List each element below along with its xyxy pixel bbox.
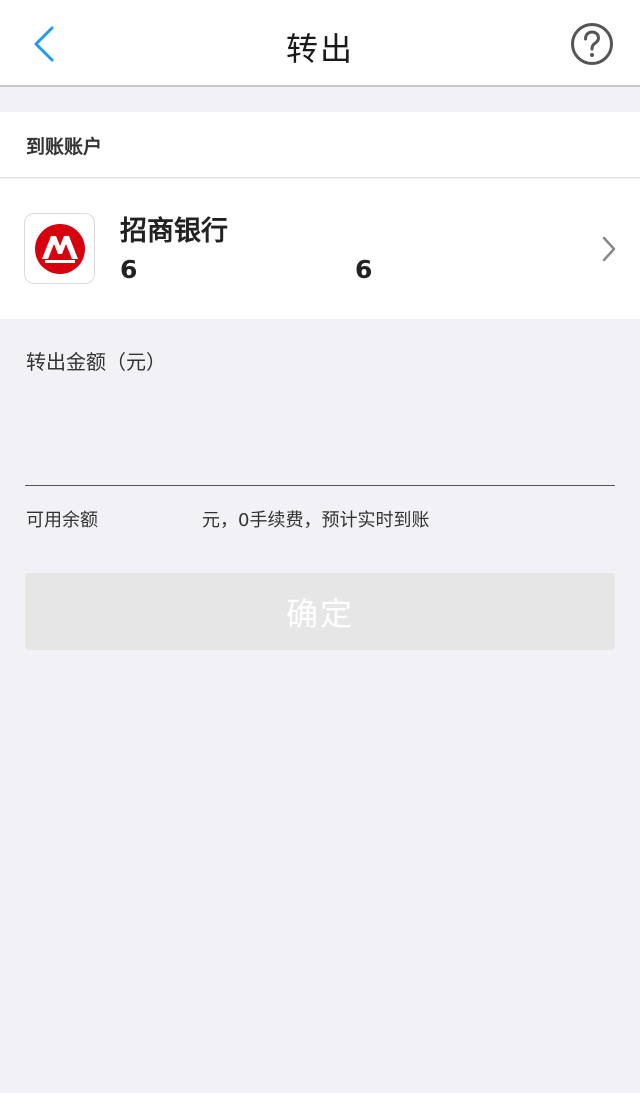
card-number-suffix: 6 xyxy=(355,255,373,284)
question-circle-icon xyxy=(571,23,613,65)
balance-suffix: 元，0手续费，预计实时到账 xyxy=(202,510,430,531)
amount-input[interactable] xyxy=(25,400,615,486)
section-title: 到账账户 xyxy=(26,136,103,158)
confirm-button[interactable]: 确定 xyxy=(25,573,615,650)
card-number-prefix: 6 xyxy=(120,255,138,284)
amount-label: 转出金额（元） xyxy=(26,350,166,374)
page-title: 转出 xyxy=(285,30,354,68)
receiving-account-header: 到账账户 xyxy=(0,112,640,178)
nav-bar: 转出 xyxy=(0,0,640,87)
balance-label: 可用余额 xyxy=(26,510,98,531)
help-button[interactable] xyxy=(570,22,614,66)
balance-info: 可用余额 元，0手续费，预计实时到账 xyxy=(26,506,429,532)
chevron-right-icon xyxy=(602,236,616,262)
bank-account-row[interactable]: 招商银行 6 6 xyxy=(0,179,640,319)
bank-name: 招商银行 xyxy=(120,216,228,247)
bank-logo xyxy=(24,213,95,284)
cmb-logo-icon xyxy=(34,223,85,274)
